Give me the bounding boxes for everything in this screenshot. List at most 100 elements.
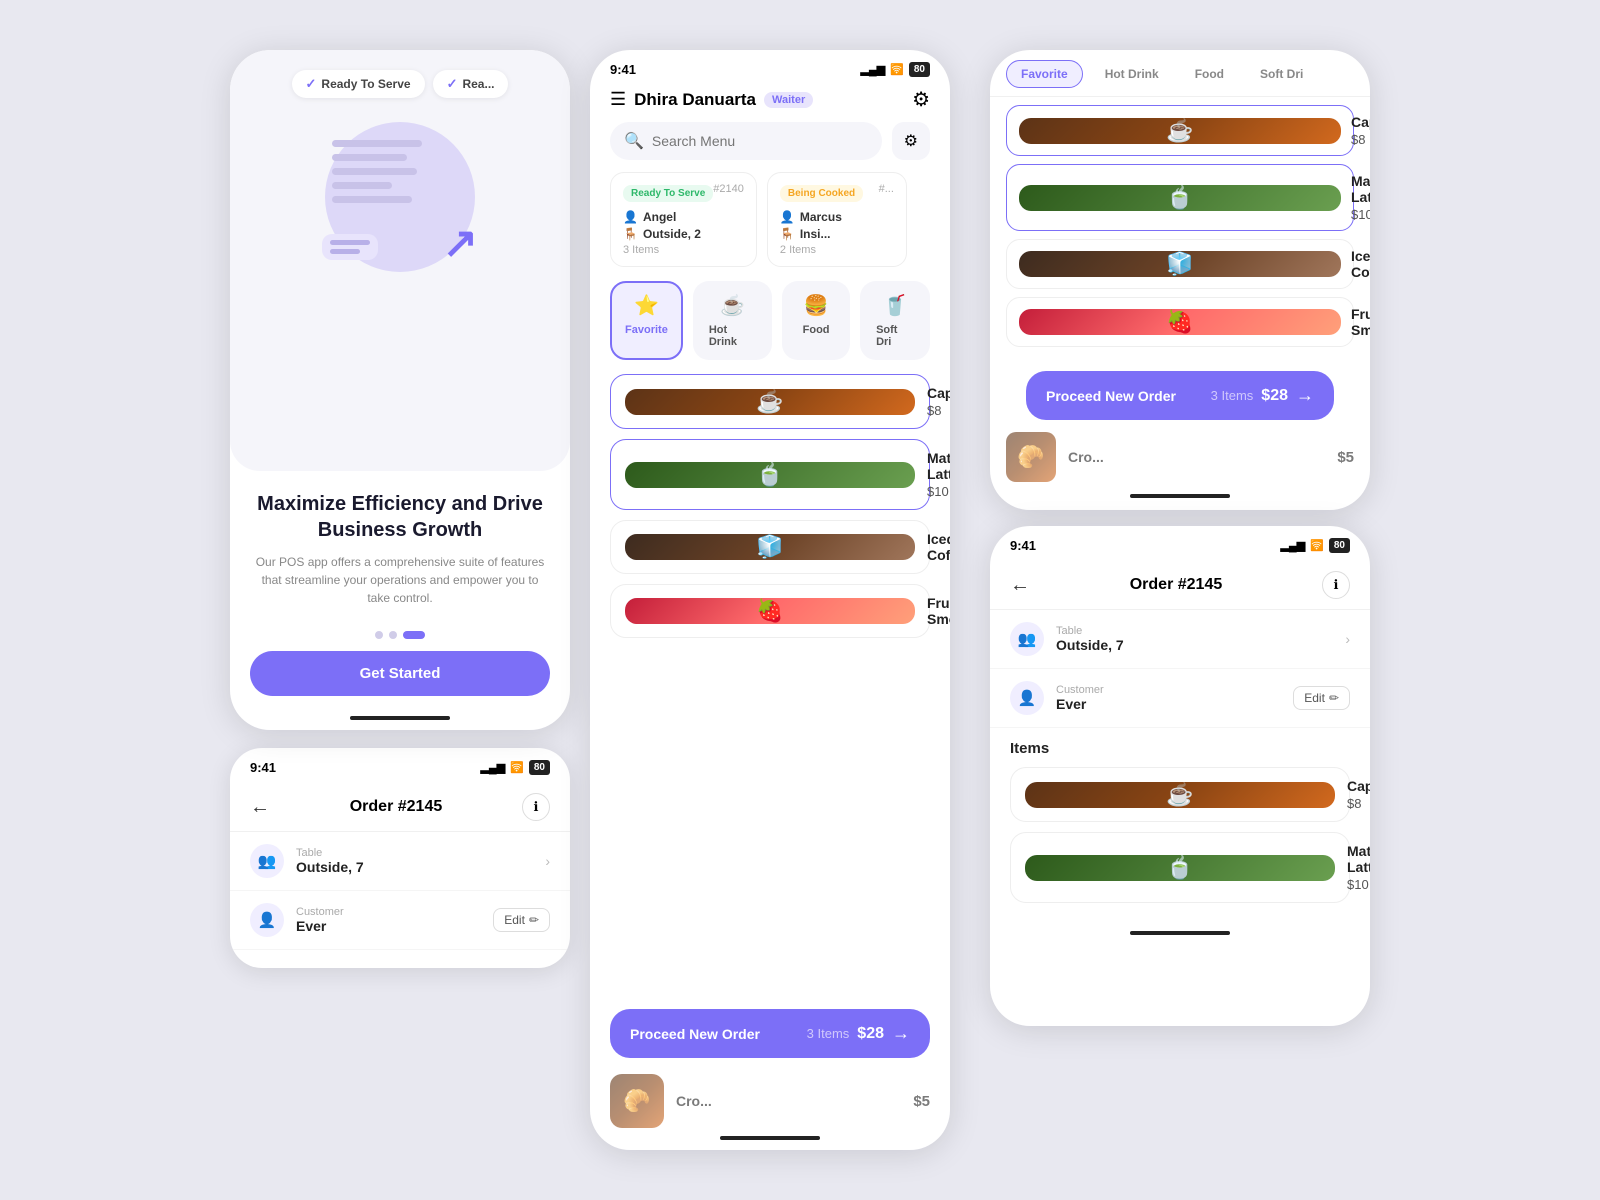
order-detail-phone: 9:41 ▂▄▆ 🛜 80 ← Order #2145 ℹ 👥 Table Ou… <box>990 526 1370 1026</box>
menu-item-cappuccino[interactable]: ☕ Cappuccino $8 − 1 + <box>610 374 930 429</box>
order-num-0: #2140 <box>713 183 744 195</box>
battery-pos: 80 <box>909 62 930 77</box>
onboarding-phone: ✓ Ready To Serve ✓ Rea... <box>230 50 570 730</box>
cart-cappuccino-photo: ☕ <box>1019 118 1341 144</box>
hamburger-icon[interactable]: ☰ <box>610 89 626 110</box>
menu-list: ☕ Cappuccino $8 − 1 + 🍵 Matcha Latte <box>590 374 950 999</box>
signal-icon-sm: ▂▄▆ <box>480 761 505 774</box>
cat-tab-softdrink[interactable]: 🥤 Soft Dri <box>860 281 930 360</box>
table-chevron-detail: › <box>1345 631 1350 647</box>
cart-phone: Favorite Hot Drink Food Soft Dri ☕ Cappu… <box>990 50 1370 510</box>
order-count-0: 3 Items <box>623 244 744 256</box>
status-icons-pos: ▂▄▆ 🛜 80 <box>860 62 930 77</box>
cart-proceed-bar[interactable]: Proceed New Order 3 Items $28 → <box>1026 371 1334 420</box>
check-icon-2: ✓ <box>447 76 458 92</box>
table-icon-1: 🪑 <box>780 227 795 241</box>
get-started-button[interactable]: Get Started <box>250 651 550 696</box>
person-icon-0: 👤 <box>623 210 638 224</box>
cart-tab-softdrink[interactable]: Soft Dri <box>1246 60 1317 88</box>
menu-item-matcha[interactable]: 🍵 Matcha Latte $10 − 2 + <box>610 439 930 510</box>
filter-button[interactable]: ⚙ <box>892 122 930 160</box>
battery-sm: 80 <box>529 760 550 775</box>
order-card-0[interactable]: Ready To Serve #2140 👤 Angel 🪑 Outside, … <box>610 172 757 267</box>
menu-item-smoothie[interactable]: 🍓 Fruit Smoothies $7 <box>610 584 930 638</box>
search-bar: 🔍 ⚙ <box>590 122 950 172</box>
search-input-wrap[interactable]: 🔍 <box>610 122 882 160</box>
illus-lines <box>332 140 422 203</box>
status-bar-detail: 9:41 ▂▄▆ 🛜 80 <box>990 526 1370 559</box>
cat-tab-food[interactable]: 🍔 Food <box>782 281 850 360</box>
smoothie-photo: 🍓 <box>625 598 915 624</box>
detail-matcha-photo: 🍵 <box>1025 855 1335 881</box>
customer-icon-sm: 👤 <box>250 903 284 937</box>
cart-matcha-info: Matcha Latte $10 <box>1351 173 1370 222</box>
category-tabs: ⭐ Favorite ☕ Hot Drink 🍔 Food 🥤 Soft Dri <box>590 281 950 374</box>
back-button-detail[interactable]: ← <box>1010 574 1030 597</box>
cart-tab-hotdrink[interactable]: Hot Drink <box>1091 60 1173 88</box>
cat-label-softdrink: Soft Dri <box>876 324 914 348</box>
person-icon-1: 👤 <box>780 210 795 224</box>
customer-section-detail: 👤 Customer Ever Edit ✏ <box>990 669 1370 728</box>
info-button-sm[interactable]: ℹ <box>522 793 550 821</box>
cart-item-iced[interactable]: 🧊 Iced Coffee $8 <box>1006 239 1354 289</box>
proceed-bar[interactable]: Proceed New Order 3 Items $28 → <box>610 1009 930 1058</box>
cappuccino-photo: ☕ <box>625 389 915 415</box>
partial-photo: 🥐 <box>610 1074 664 1128</box>
cart-items-list: ☕ Cappuccino $8 − 1 + 🍵 Matcha Latte <box>990 97 1370 363</box>
info-button-detail[interactable]: ℹ <box>1322 571 1350 599</box>
line2 <box>332 154 407 161</box>
cat-label-hotdrink: Hot Drink <box>709 324 756 348</box>
edit-button-sm[interactable]: Edit ✏ <box>493 908 550 932</box>
cat-tab-hotdrink[interactable]: ☕ Hot Drink <box>693 281 772 360</box>
coffee-icon: ☕ <box>720 293 745 318</box>
cart-matcha-name: Matcha Latte <box>1351 173 1370 205</box>
cart-iced-info: Iced Coffee <box>1351 248 1370 280</box>
status-icons-small: ▂▄▆ 🛜 80 <box>480 760 550 775</box>
cart-partial-item: 🥐 Cro... $5 <box>990 426 1370 488</box>
order-header-sm: ← Order #2145 ℹ <box>230 781 570 832</box>
menu-item-iced-coffee[interactable]: 🧊 Iced Coffee $8 <box>610 520 930 574</box>
role-badge: Waiter <box>764 92 813 108</box>
settings-icon[interactable]: ⚙ <box>912 87 930 112</box>
home-bar <box>350 716 450 720</box>
smoothie-info: Fruit Smoothies <box>927 595 950 627</box>
order-card-1[interactable]: Being Cooked #... 👤 Marcus 🪑 Insi... 2 I… <box>767 172 907 267</box>
search-input[interactable] <box>652 133 868 149</box>
cart-item-cappuccino[interactable]: ☕ Cappuccino $8 − 1 + <box>1006 105 1354 156</box>
customer-label-sm: Customer <box>296 906 493 918</box>
order-table-1: Insi... <box>800 227 831 241</box>
partial-item: 🥐 Cro... $5 <box>590 1066 950 1136</box>
pos-header: ☰ Dhira Danuarta Waiter ⚙ <box>590 83 950 122</box>
partial-info: Cro... <box>676 1093 901 1109</box>
proceed-arrow-icon: → <box>892 1023 910 1044</box>
cart-category-tabs: Favorite Hot Drink Food Soft Dri <box>990 50 1370 97</box>
proceed-label: Proceed New Order <box>630 1026 760 1042</box>
items-title: Items <box>1010 740 1350 757</box>
badge-ready: ✓ Ready To Serve <box>292 70 425 98</box>
dot-2 <box>389 631 397 639</box>
cat-tab-favorite[interactable]: ⭐ Favorite <box>610 281 683 360</box>
back-button-sm[interactable]: ← <box>250 796 270 819</box>
cart-tab-favorite[interactable]: Favorite <box>1006 60 1083 88</box>
detail-cappuccino-price: $8 <box>1347 796 1370 811</box>
edit-button-detail[interactable]: Edit ✏ <box>1293 686 1350 710</box>
line5 <box>332 196 412 203</box>
illustration: ↗ <box>300 112 500 282</box>
table-icon-0: 🪑 <box>623 227 638 241</box>
cart-item-matcha[interactable]: 🍵 Matcha Latte $10 − 2 + <box>1006 164 1354 231</box>
cart-proceed-right: 3 Items $28 → <box>1211 385 1314 406</box>
cart-item-smoothie[interactable]: 🍓 Fruit Smoothies $7 <box>1006 297 1354 347</box>
cart-tab-food[interactable]: Food <box>1181 60 1238 88</box>
partial-name: Cro... <box>676 1093 901 1109</box>
detail-cappuccino-name: Cappuccino <box>1347 778 1370 794</box>
cart-proceed-arrow-icon: → <box>1296 385 1314 406</box>
cappuccino-name: Cappuccino <box>927 385 950 401</box>
user-info: ☰ Dhira Danuarta Waiter <box>610 89 813 110</box>
line1 <box>332 140 422 147</box>
proceed-items: 3 Items <box>807 1026 850 1041</box>
pagination-dots <box>375 631 425 639</box>
order-status-1: Being Cooked <box>780 185 863 202</box>
order-customer-0: Angel <box>643 210 676 224</box>
cart-iced-photo: 🧊 <box>1019 251 1341 277</box>
food-icon: 🍔 <box>804 293 829 318</box>
